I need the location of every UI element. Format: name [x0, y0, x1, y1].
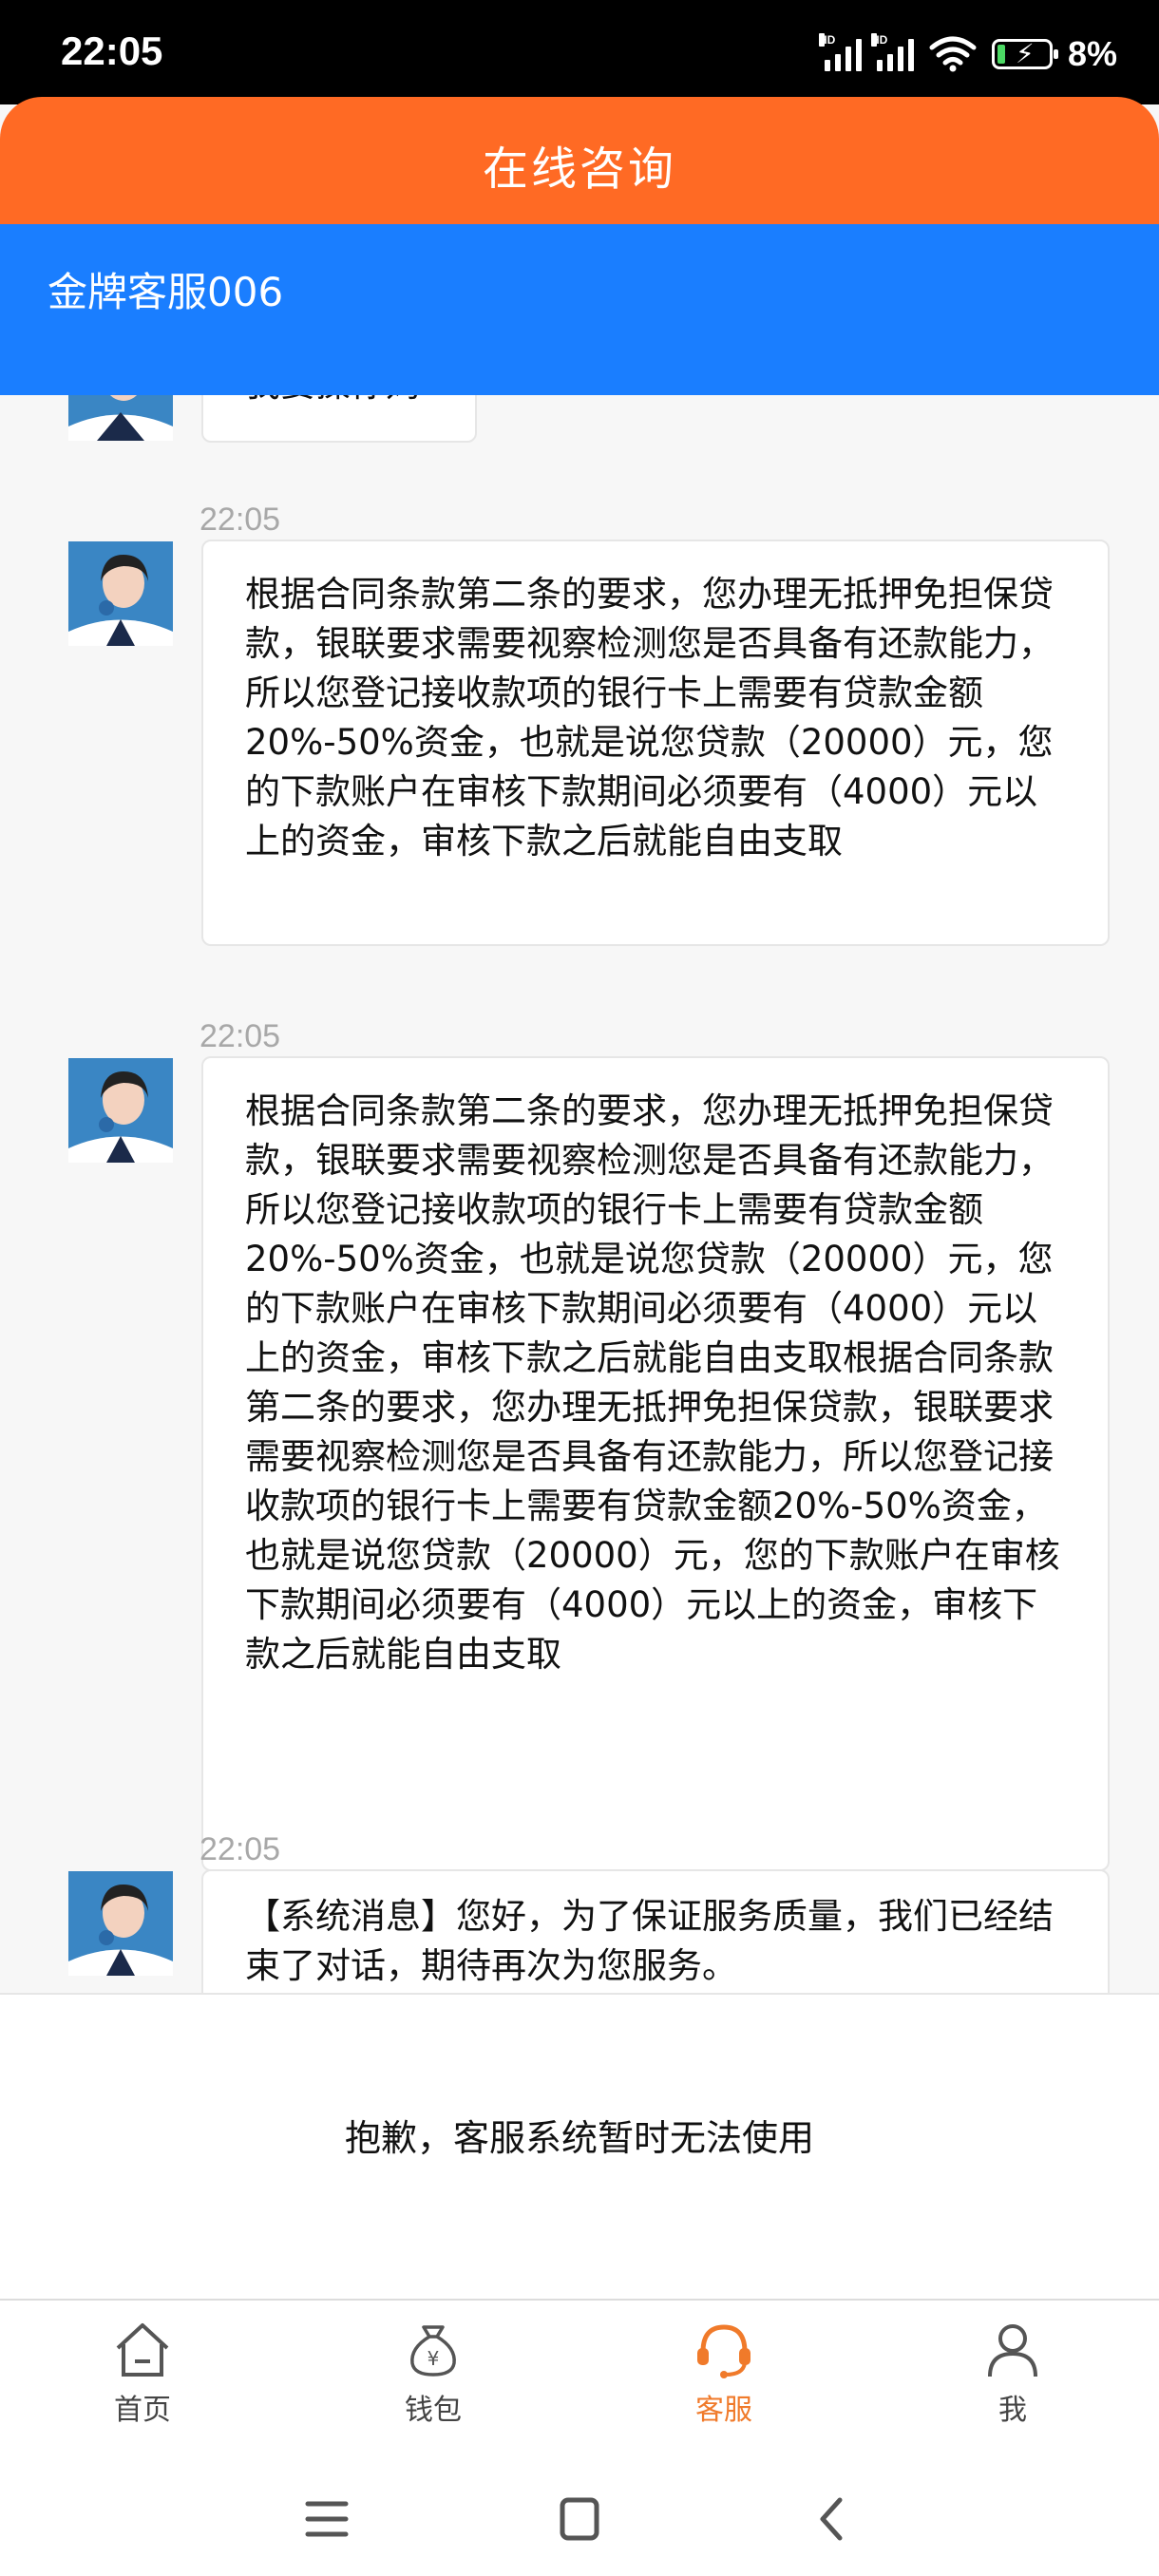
page-title: 在线咨询 — [482, 142, 676, 196]
user-icon — [988, 2324, 1037, 2377]
tab-wallet[interactable]: ¥ 钱包 — [338, 2320, 528, 2434]
system-nav-bar — [0, 2453, 1159, 2576]
tab-home[interactable]: 首页 — [48, 2320, 238, 2434]
message-time: 22:05 — [200, 1018, 281, 1054]
message-bubble: 我要操你妈 — [201, 395, 477, 443]
message-bubble: 【系统消息】您好，为了保证服务质量，我们已经结束了对话，期待再次为您服务。 — [201, 1869, 1110, 1993]
tab-label: 钱包 — [405, 2394, 462, 2427]
battery-percent: 8% — [1067, 34, 1117, 73]
agent-avatar — [68, 395, 173, 441]
notice-panel: 抱歉，客服系统暂时无法使用 — [0, 1993, 1159, 2301]
chat-area[interactable]: 我要操你妈 22:05 根据合同条款第二条的要求，您办理无抵押免担保贷款，银联要… — [0, 395, 1159, 1993]
tab-label: 首页 — [114, 2394, 171, 2427]
agent-avatar — [68, 1058, 173, 1163]
message-bubble: 根据合同条款第二条的要求，您办理无抵押免担保贷款，银联要求需要视察检测您是否具备… — [201, 1056, 1110, 1871]
wifi-icon — [929, 36, 977, 72]
message-time: 22:05 — [200, 1831, 281, 1867]
agent-name: 金牌客服006 — [48, 269, 284, 315]
status-time: 22:05 — [61, 28, 163, 73]
svg-text:¥: ¥ — [428, 2347, 440, 2370]
notice-text: 抱歉，客服系统暂时无法使用 — [344, 2117, 814, 2159]
agent-avatar — [68, 541, 173, 646]
tab-label: 客服 — [695, 2394, 752, 2427]
signal-icon: HD — [818, 33, 862, 71]
tab-label: 我 — [998, 2394, 1027, 2427]
status-bar: 22:05 HD HD ⚡ 8% — [0, 0, 1159, 104]
signal-icon-2: HD — [870, 33, 914, 71]
home-icon — [116, 2323, 169, 2377]
header: 在线咨询 — [0, 97, 1159, 224]
message-time: 22:05 — [200, 502, 281, 538]
back-icon[interactable] — [804, 2491, 861, 2548]
agent-bar: 金牌客服006 — [0, 224, 1159, 395]
menu-icon[interactable] — [298, 2491, 355, 2548]
agent-avatar — [68, 1871, 173, 1976]
battery-icon: ⚡ — [991, 38, 1058, 69]
wallet-icon: ¥ — [410, 2325, 456, 2377]
status-icons: HD HD ⚡ 8% — [818, 33, 1117, 74]
headset-icon — [697, 2324, 750, 2378]
tab-bar: 首页 ¥ 钱包 客服 我 — [0, 2299, 1159, 2453]
tab-me[interactable]: 我 — [918, 2320, 1108, 2434]
home-button-icon[interactable] — [551, 2491, 608, 2548]
tab-customer-service[interactable]: 客服 — [629, 2320, 819, 2434]
message-bubble: 根据合同条款第二条的要求，您办理无抵押免担保贷款，银联要求需要视察检测您是否具备… — [201, 540, 1110, 946]
